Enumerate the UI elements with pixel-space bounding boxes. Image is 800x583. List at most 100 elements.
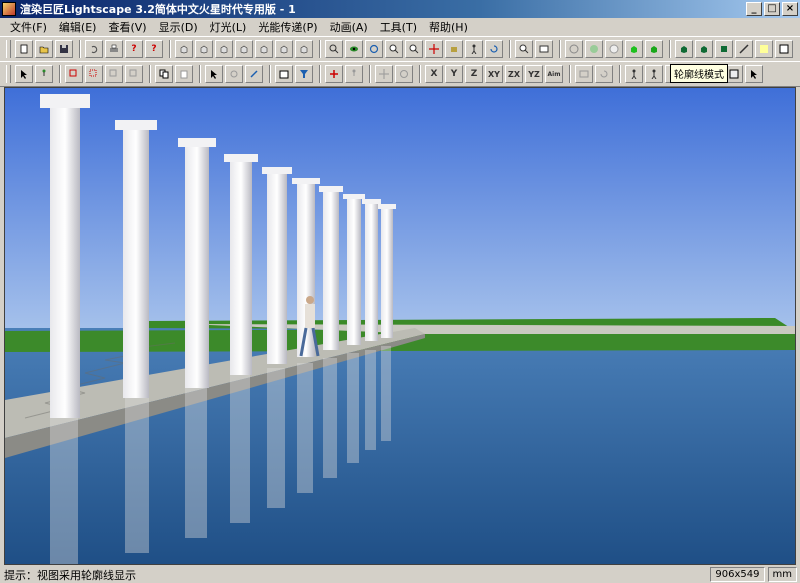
pick-tool-icon[interactable] xyxy=(745,65,763,83)
orbit-icon[interactable] xyxy=(365,40,383,58)
cube-view-top-icon[interactable] xyxy=(255,40,273,58)
wireframe-sphere-icon[interactable] xyxy=(565,40,583,58)
help-icon[interactable]: ? xyxy=(125,40,143,58)
axis-y-button[interactable]: Y xyxy=(445,65,463,83)
window-controls: _ □ × xyxy=(746,2,798,16)
move-cross-icon[interactable] xyxy=(375,65,393,83)
edit-object-icon[interactable] xyxy=(245,65,263,83)
move-pointer-icon[interactable] xyxy=(205,65,223,83)
toolbar-separator xyxy=(369,65,371,83)
menu-light[interactable]: 灯光(L) xyxy=(204,19,253,35)
menu-tools[interactable]: 工具(T) xyxy=(374,19,423,35)
toolbar-separator xyxy=(169,40,171,58)
filter-icon[interactable] xyxy=(295,65,313,83)
toolbar-separator xyxy=(559,40,561,58)
zoom-icon[interactable] xyxy=(405,40,423,58)
plane-zx-button[interactable]: ZX xyxy=(505,65,523,83)
aim-button[interactable]: Aim xyxy=(545,65,563,83)
status-unit: mm xyxy=(767,567,797,582)
place-figure-icon[interactable] xyxy=(345,65,363,83)
rotate-object-icon[interactable] xyxy=(225,65,243,83)
maximize-button[interactable]: □ xyxy=(764,2,780,16)
zoom-extents-icon[interactable] xyxy=(325,40,343,58)
print-icon[interactable] xyxy=(105,40,123,58)
eye-icon[interactable] xyxy=(345,40,363,58)
select-all-icon[interactable] xyxy=(105,65,123,83)
menu-display[interactable]: 显示(D) xyxy=(153,19,204,35)
rotate-icon[interactable] xyxy=(485,40,503,58)
cube-view-left-icon[interactable] xyxy=(215,40,233,58)
toolbar-separator xyxy=(319,65,321,83)
properties-icon[interactable] xyxy=(275,65,293,83)
snap-icon[interactable] xyxy=(575,65,593,83)
cube-view-right-icon[interactable] xyxy=(235,40,253,58)
walk-icon[interactable] xyxy=(465,40,483,58)
add-point-icon[interactable] xyxy=(325,65,343,83)
axis-x-button[interactable]: X xyxy=(425,65,443,83)
context-help-icon[interactable]: ? xyxy=(145,40,163,58)
toolbar-separator xyxy=(569,65,571,83)
axis-z-button[interactable]: Z xyxy=(465,65,483,83)
toolbar-separator xyxy=(419,65,421,83)
mesh-icon[interactable] xyxy=(775,40,793,58)
status-resolution: 906x549 xyxy=(710,567,765,582)
refresh-icon[interactable] xyxy=(595,65,613,83)
rotate-cross-icon[interactable] xyxy=(395,65,413,83)
toolbar-grip[interactable] xyxy=(6,65,11,83)
zoom-in-icon[interactable] xyxy=(385,40,403,58)
walk-figure-icon[interactable] xyxy=(625,65,643,83)
toolbar-separator xyxy=(669,40,671,58)
main-toolbar: ? ? xyxy=(0,36,800,62)
title-bar: 渲染巨匠Lightscape 3.2简体中文火星时代专用版 - 1 _ □ × xyxy=(0,0,800,18)
paste-icon[interactable] xyxy=(175,65,193,83)
copy-icon[interactable] xyxy=(155,65,173,83)
toolbar-separator xyxy=(59,65,61,83)
hidden-line-icon[interactable] xyxy=(605,40,623,58)
plane-yz-button[interactable]: YZ xyxy=(525,65,543,83)
select-crossing-icon[interactable] xyxy=(85,65,103,83)
close-button[interactable]: × xyxy=(782,2,798,16)
undo-icon[interactable] xyxy=(85,40,103,58)
scene-render xyxy=(5,88,795,564)
cube-view-iso-icon[interactable] xyxy=(295,40,313,58)
save-icon[interactable] xyxy=(55,40,73,58)
material-icon[interactable] xyxy=(755,40,773,58)
walk-light-icon[interactable] xyxy=(645,65,663,83)
select-window-icon[interactable] xyxy=(65,65,83,83)
minimize-button[interactable]: _ xyxy=(746,2,762,16)
shaded-sphere-icon[interactable] xyxy=(585,40,603,58)
cube-view-front-icon[interactable] xyxy=(175,40,193,58)
toolbar-separator xyxy=(509,40,511,58)
dolly-icon[interactable] xyxy=(445,40,463,58)
toolbar-separator xyxy=(149,65,151,83)
cube-view-bottom-icon[interactable] xyxy=(275,40,293,58)
menu-view[interactable]: 查看(V) xyxy=(102,19,152,35)
pan-icon[interactable] xyxy=(425,40,443,58)
render-icon[interactable] xyxy=(675,40,693,58)
menu-radiosity[interactable]: 光能传递(P) xyxy=(252,19,323,35)
camera-view-icon[interactable] xyxy=(535,40,553,58)
layers-icon[interactable] xyxy=(715,40,733,58)
app-icon xyxy=(2,2,16,16)
menu-file[interactable]: 文件(F) xyxy=(4,19,53,35)
zoom-window-icon[interactable] xyxy=(515,40,533,58)
select-figure-icon[interactable] xyxy=(35,65,53,83)
light-source-icon[interactable] xyxy=(735,40,753,58)
toolbar-separator xyxy=(319,40,321,58)
new-file-icon[interactable] xyxy=(15,40,33,58)
render-animation-icon[interactable] xyxy=(695,40,713,58)
solid-cube-icon[interactable] xyxy=(625,40,643,58)
menu-help[interactable]: 帮助(H) xyxy=(423,19,474,35)
cube-view-back-icon[interactable] xyxy=(195,40,213,58)
3d-viewport[interactable] xyxy=(4,87,796,565)
menu-animation[interactable]: 动画(A) xyxy=(324,19,374,35)
deselect-icon[interactable] xyxy=(125,65,143,83)
plane-xy-button[interactable]: XY xyxy=(485,65,503,83)
menu-edit[interactable]: 编辑(E) xyxy=(53,19,103,35)
toolbar-grip[interactable] xyxy=(6,40,11,58)
tooltip: 轮廓线模式 xyxy=(670,64,728,83)
menu-bar: 文件(F) 编辑(E) 查看(V) 显示(D) 灯光(L) 光能传递(P) 动画… xyxy=(0,18,800,36)
open-folder-icon[interactable] xyxy=(35,40,53,58)
select-arrow-icon[interactable] xyxy=(15,65,33,83)
textured-cube-icon[interactable] xyxy=(645,40,663,58)
